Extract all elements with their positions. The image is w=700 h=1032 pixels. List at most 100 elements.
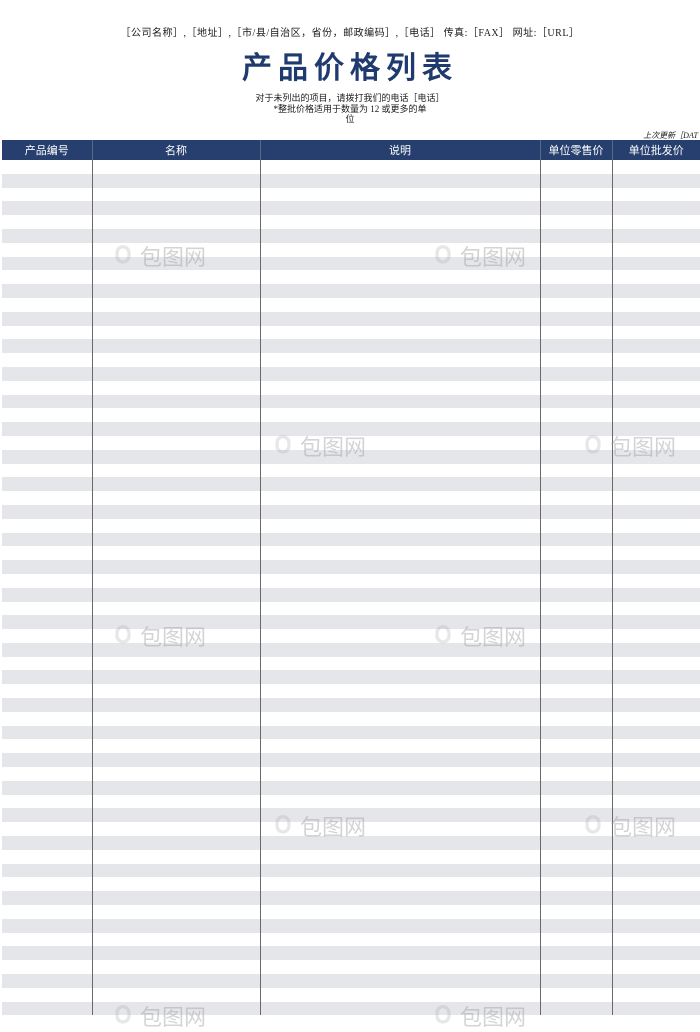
table-cell (92, 174, 260, 188)
table-cell (260, 257, 540, 271)
table-cell (260, 781, 540, 795)
table-cell (540, 367, 612, 381)
table-cell (612, 643, 700, 657)
table-cell (612, 726, 700, 740)
table-cell (540, 726, 612, 740)
table-cell (612, 353, 700, 367)
table-cell (540, 215, 612, 229)
table-cell (540, 257, 612, 271)
table-cell (2, 491, 92, 505)
table-cell (2, 836, 92, 850)
table-row (2, 836, 700, 850)
table-row (2, 367, 700, 381)
table-row (2, 629, 700, 643)
table-cell (92, 298, 260, 312)
table-cell (540, 698, 612, 712)
table-cell (612, 367, 700, 381)
table-cell (612, 905, 700, 919)
table-cell (92, 160, 260, 174)
table-cell (2, 395, 92, 409)
table-cell (540, 657, 612, 671)
table-cell (540, 270, 612, 284)
table-cell (260, 836, 540, 850)
table-cell (540, 602, 612, 616)
table-row (2, 408, 700, 422)
table-cell (612, 174, 700, 188)
table-cell (540, 877, 612, 891)
table-cell (540, 381, 612, 395)
table-cell (260, 436, 540, 450)
table-cell (260, 519, 540, 533)
table-cell (92, 960, 260, 974)
table-cell (260, 533, 540, 547)
table-cell (612, 201, 700, 215)
table-cell (92, 519, 260, 533)
table-row (2, 726, 700, 740)
table-cell (612, 739, 700, 753)
table-cell (540, 312, 612, 326)
table-cell (2, 505, 92, 519)
table-cell (612, 946, 700, 960)
table-cell (92, 974, 260, 988)
table-cell (540, 284, 612, 298)
table-cell (2, 988, 92, 1002)
table-cell (540, 422, 612, 436)
table-row (2, 298, 700, 312)
table-cell (92, 588, 260, 602)
table-cell (540, 864, 612, 878)
table-cell (2, 933, 92, 947)
table-cell (540, 753, 612, 767)
table-row (2, 808, 700, 822)
col-header-name: 名称 (92, 140, 260, 160)
table-cell (2, 243, 92, 257)
table-cell (612, 602, 700, 616)
table-cell (92, 381, 260, 395)
table-row (2, 698, 700, 712)
table-cell (260, 395, 540, 409)
table-cell (92, 284, 260, 298)
table-cell (92, 339, 260, 353)
table-cell (2, 339, 92, 353)
table-cell (92, 739, 260, 753)
table-cell (540, 1002, 612, 1016)
table-cell (260, 698, 540, 712)
table-row (2, 464, 700, 478)
table-row (2, 905, 700, 919)
table-cell (92, 726, 260, 740)
table-cell (260, 933, 540, 947)
subtitle-bulk: *整批价格适用于数量为 12 或更多的单 位 (0, 105, 700, 125)
table-cell (92, 905, 260, 919)
table-cell (2, 822, 92, 836)
table-row (2, 670, 700, 684)
table-row (2, 588, 700, 602)
table-cell (2, 450, 92, 464)
table-cell (612, 505, 700, 519)
table-cell (612, 657, 700, 671)
table-cell (612, 243, 700, 257)
table-cell (92, 891, 260, 905)
table-cell (92, 850, 260, 864)
table-cell (260, 1002, 540, 1016)
table-cell (92, 229, 260, 243)
table-cell (260, 477, 540, 491)
table-cell (260, 174, 540, 188)
table-cell (2, 215, 92, 229)
table-cell (612, 215, 700, 229)
table-row (2, 615, 700, 629)
table-cell (92, 643, 260, 657)
table-cell (260, 684, 540, 698)
table-cell (540, 353, 612, 367)
table-cell (92, 808, 260, 822)
table-cell (540, 629, 612, 643)
table-cell (612, 381, 700, 395)
table-cell (612, 795, 700, 809)
col-header-id: 产品编号 (2, 140, 92, 160)
table-cell (540, 974, 612, 988)
table-row (2, 436, 700, 450)
table-cell (540, 588, 612, 602)
table-cell (92, 257, 260, 271)
table-cell (2, 905, 92, 919)
table-cell (92, 422, 260, 436)
table-cell (260, 808, 540, 822)
table-cell (612, 270, 700, 284)
